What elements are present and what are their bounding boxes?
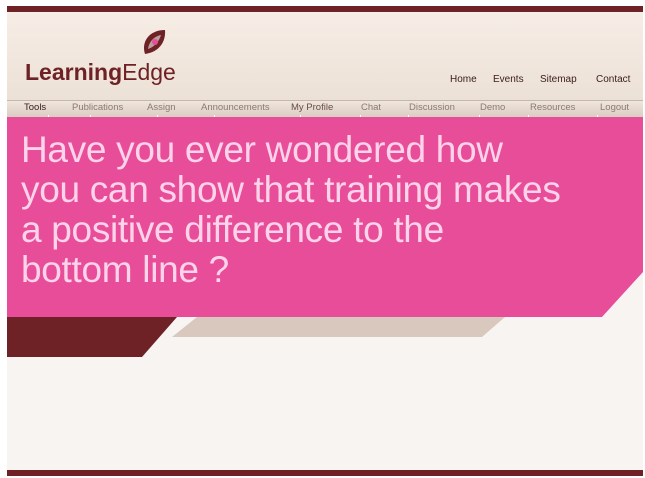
page-frame: LearningEdge Home Events Sitemap Contact… [7, 6, 643, 476]
menu-item-logout[interactable]: Logout [600, 102, 629, 113]
maroon-stripe [7, 317, 177, 357]
brand-name-bold: Learning [25, 59, 123, 85]
menu-item-announcements[interactable]: Announcements [201, 102, 270, 113]
nav-home-link[interactable]: Home [450, 74, 477, 85]
menu-item-demo[interactable]: Demo [480, 102, 505, 113]
menu-item-resources[interactable]: Resources [530, 102, 575, 113]
leaf-swoosh-logo-icon [143, 30, 166, 54]
site-header: LearningEdge Home Events Sitemap Contact [7, 12, 643, 100]
menu-item-my-profile[interactable]: My Profile [291, 102, 333, 113]
brand-logo[interactable]: LearningEdge [25, 59, 176, 86]
hero-line: you can show that training makes [21, 169, 561, 210]
nav-events-link[interactable]: Events [493, 74, 524, 85]
main-menu: Tools Publications Assign Announcements … [7, 100, 643, 118]
hero-headline: Have you ever wondered how you can show … [21, 130, 581, 290]
nav-sitemap-link[interactable]: Sitemap [540, 74, 577, 85]
brand-name-regular: Edge [122, 59, 176, 85]
menu-item-chat[interactable]: Chat [361, 102, 381, 113]
hero-line: Have you ever wondered how [21, 129, 503, 170]
menu-item-assign[interactable]: Assign [147, 102, 176, 113]
nav-contact-link[interactable]: Contact [596, 74, 630, 85]
menu-item-discussion[interactable]: Discussion [409, 102, 455, 113]
bottom-accent-bar [7, 470, 643, 476]
taupe-stripe [172, 317, 505, 337]
menu-item-publications[interactable]: Publications [72, 102, 123, 113]
hero-line: a positive difference to the [21, 209, 444, 250]
menu-item-tools[interactable]: Tools [24, 102, 46, 113]
hero-line: bottom line ? [21, 249, 229, 290]
